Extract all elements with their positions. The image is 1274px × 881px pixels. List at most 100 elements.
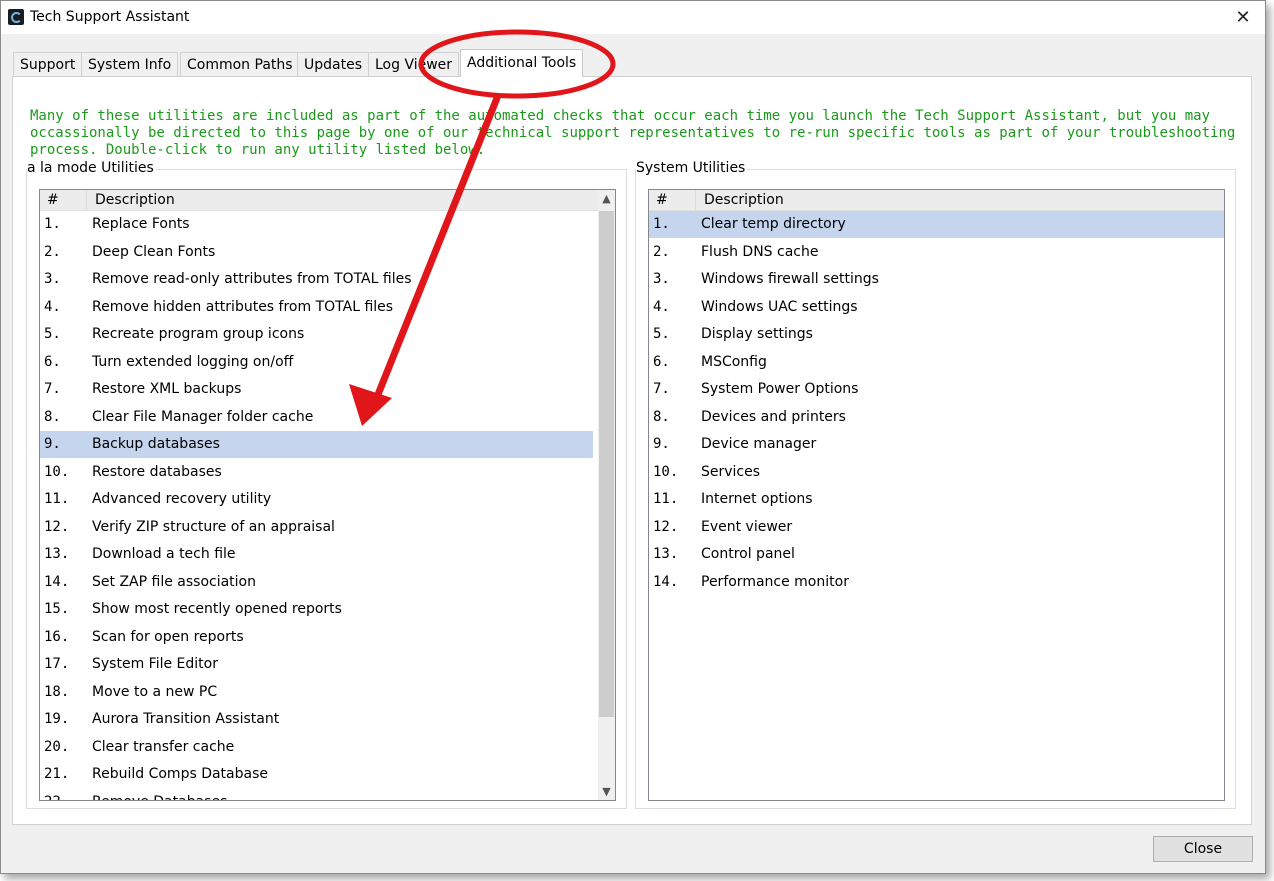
tab-updates[interactable]: Updates [297,52,369,76]
item-number: 15. [44,601,70,617]
item-number: 11. [44,491,70,507]
list-item[interactable]: 14. Performance monitor [649,569,1224,596]
list-item[interactable]: 6. MSConfig [649,349,1224,376]
list-item[interactable]: 6. Turn extended logging on/off [40,349,593,376]
item-number: 2. [653,243,670,260]
column-header-number[interactable]: # [656,190,668,210]
list-item[interactable]: 3. Remove read-only attributes from TOTAL… [40,266,593,293]
item-number: 22. [44,789,69,801]
item-number: 2. [44,243,61,260]
item-description: Windows UAC settings [701,298,858,315]
list-item[interactable]: 11. Internet options [649,486,1224,513]
list-header: # Description [40,190,615,211]
list-item[interactable]: 7. System Power Options [649,376,1224,403]
list-item[interactable]: 9. Backup databases [40,431,593,458]
column-header-number[interactable]: # [47,190,59,210]
item-number: 8. [653,408,670,425]
tab-additional-tools[interactable]: Additional Tools [460,49,584,77]
item-number: 18. [44,683,70,700]
item-description: Backup databases [92,436,220,452]
item-number: 21. [44,766,70,782]
list-item[interactable]: 10. Services [649,459,1224,486]
item-number: 3. [653,271,670,287]
list-item[interactable]: 21. Rebuild Comps Database [40,761,593,788]
list-item[interactable]: 1. Clear temp directory [649,211,1224,238]
item-number: 5. [44,326,61,342]
item-number: 6. [44,353,61,370]
vertical-scrollbar[interactable]: ▲ ▼ [598,190,615,800]
item-number: 7. [44,381,61,397]
item-number: 11. [653,491,679,507]
list-item[interactable]: 4. Windows UAC settings [649,294,1224,321]
list-item[interactable]: 14. Set ZAP file association [40,569,593,596]
item-description: Device manager [701,436,817,452]
a-la-mode-utilities-list[interactable]: # Description 1. Replace Fonts 2. Deep Clea… [39,189,616,801]
item-number: 10. [653,463,679,480]
info-text: Many of these utilities are included as … [30,108,1236,158]
list-item[interactable]: 13. Control panel [649,541,1224,568]
item-description: Deep Clean Fonts [92,243,216,260]
app-window: Tech Support Assistant ✕ Support System … [0,0,1266,874]
column-header-description[interactable]: Description [95,190,175,210]
system-utilities-list[interactable]: # Description 1. Clear temp directory 2. Fl… [648,189,1225,801]
item-description: Performance monitor [701,573,849,590]
item-description: Aurora Transition Assistant [92,711,280,727]
list-item[interactable]: 19. Aurora Transition Assistant [40,706,593,733]
item-number: 10. [44,463,70,480]
list-item[interactable]: 12. Verify ZIP structure of an appraisal [40,514,593,541]
item-number: 3. [44,271,61,287]
list-item[interactable]: 2. Deep Clean Fonts [40,239,593,266]
item-description: Services [701,463,761,480]
item-description: Remove hidden attributes from TOTAL file… [92,298,394,315]
scroll-thumb[interactable] [599,211,614,717]
list-item[interactable]: 3. Windows firewall settings [649,266,1224,293]
item-description: Scan for open reports [92,628,244,645]
list-item[interactable]: 8. Clear File Manager folder cache [40,404,593,431]
list-header: # Description [649,190,1224,211]
close-window-icon[interactable]: ✕ [1221,1,1265,34]
list-item[interactable]: 16. Scan for open reports [40,624,593,651]
item-number: 1. [44,216,61,232]
list-item[interactable]: 13. Download a tech file [40,541,593,568]
item-number: 8. [44,408,61,425]
list-item[interactable]: 1. Replace Fonts [40,211,593,238]
list-item[interactable]: 17. System File Editor [40,651,593,678]
item-number: 9. [653,436,670,452]
list-item[interactable]: 22. Remove Databases [40,789,593,801]
list-item[interactable]: 18. Move to a new PC [40,679,593,706]
additional-tools-panel: Many of these utilities are included as … [12,76,1252,825]
list-item[interactable]: 15. Show most recently opened reports [40,596,593,623]
item-description: Internet options [701,491,813,507]
tab-system-info[interactable]: System Info [81,52,179,76]
scroll-down-icon[interactable]: ▼ [598,783,615,800]
list-item[interactable]: 5. Recreate program group icons [40,321,593,348]
app-icon [8,9,24,25]
list-item[interactable]: 11. Advanced recovery utility [40,486,593,513]
list-item[interactable]: 20. Clear transfer cache [40,734,593,761]
item-description: Remove read-only attributes from TOTAL f… [92,271,412,287]
list-item[interactable]: 7. Restore XML backups [40,376,593,403]
column-header-description[interactable]: Description [704,190,784,210]
list-item[interactable]: 10. Restore databases [40,459,593,486]
list-item[interactable]: 5. Display settings [649,321,1224,348]
scroll-up-icon[interactable]: ▲ [598,190,615,207]
list-item[interactable]: 2. Flush DNS cache [649,239,1224,266]
list-item[interactable]: 9. Device manager [649,431,1224,458]
tab-support[interactable]: Support [13,52,83,76]
list-item[interactable]: 8. Devices and printers [649,404,1224,431]
close-button[interactable]: Close [1153,836,1253,862]
item-number: 19. [44,711,70,727]
item-description: Restore databases [92,463,222,480]
tab-log-viewer[interactable]: Log Viewer [368,52,460,76]
item-description: Windows firewall settings [701,271,879,287]
list-item[interactable]: 12. Event viewer [649,514,1224,541]
item-description: Control panel [701,546,795,562]
tab-common-paths[interactable]: Common Paths [180,52,300,76]
item-description: Verify ZIP structure of an appraisal [92,518,335,535]
item-number: 1. [653,216,670,232]
column-divider [86,190,87,210]
item-number: 13. [44,546,70,562]
item-number: 13. [653,546,679,562]
list-item[interactable]: 4. Remove hidden attributes from TOTAL fi… [40,294,593,321]
item-number: 6. [653,353,670,370]
